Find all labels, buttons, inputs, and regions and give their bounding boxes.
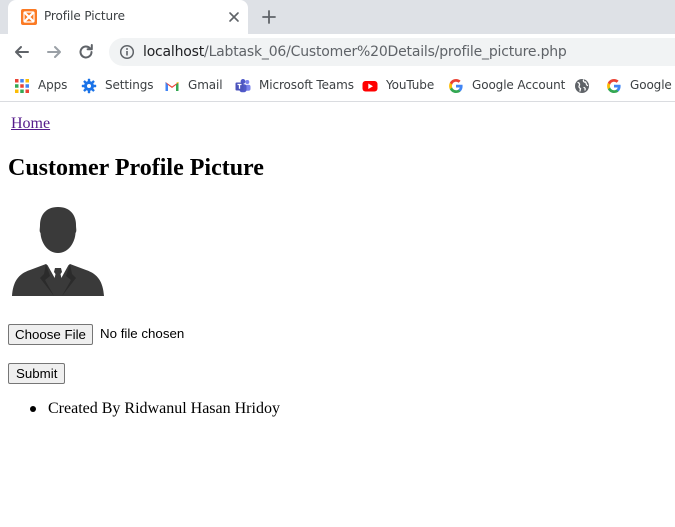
bookmark-label: Settings — [105, 78, 154, 92]
list-item: Created By Ridwanul Hasan Hridoy — [48, 400, 280, 417]
youtube-icon — [362, 78, 378, 94]
bookmark-label: Microsoft Teams — [259, 78, 354, 92]
file-status-text: No file chosen — [100, 326, 185, 341]
page-content: Home Customer Profile Picture Choose Fil… — [0, 103, 675, 527]
reload-icon[interactable] — [76, 42, 96, 62]
page-title: Customer Profile Picture — [8, 155, 264, 181]
new-tab-plus-icon[interactable] — [261, 9, 277, 25]
bullet-icon — [30, 406, 36, 412]
xampp-icon — [21, 9, 37, 25]
browser-toolbar: localhost/Labtask_06/Customer%20Details/… — [0, 34, 675, 70]
teams-icon — [235, 78, 251, 94]
choose-file-button[interactable]: Choose File — [8, 324, 93, 345]
tab-strip: Profile Picture — [0, 0, 675, 34]
bookmark-label: YouTube — [386, 78, 435, 92]
url-host: localhost — [143, 44, 205, 60]
address-bar[interactable]: localhost/Labtask_06/Customer%20Details/… — [109, 38, 675, 66]
globe-icon — [574, 78, 590, 94]
bookmark-label: Apps — [38, 78, 68, 92]
submit-button[interactable]: Submit — [8, 363, 66, 384]
browser-tab[interactable]: Profile Picture — [8, 0, 248, 34]
url-text: localhost/Labtask_06/Customer%20Details/… — [143, 44, 567, 60]
url-path: /Labtask_06/Customer%20Details/profile_p… — [204, 44, 567, 60]
info-icon[interactable] — [119, 44, 135, 60]
close-icon[interactable] — [226, 9, 242, 25]
gear-icon — [81, 78, 97, 94]
businessman-silhouette-icon — [10, 204, 106, 300]
back-arrow-icon[interactable] — [12, 42, 32, 62]
bookmark-label: Google — [630, 78, 672, 92]
google-icon — [606, 78, 622, 94]
tab-title: Profile Picture — [44, 9, 125, 23]
bookmark-label: Gmail — [188, 78, 223, 92]
bookmark-label: Google Account — [472, 78, 566, 92]
apps-grid-icon — [14, 78, 30, 94]
forward-arrow-icon[interactable] — [44, 42, 64, 62]
bookmarks-bar: Apps Settings Gmail Microsoft Teams YouT… — [0, 70, 675, 102]
home-link[interactable]: Home — [11, 115, 50, 133]
gmail-icon — [164, 78, 180, 94]
google-icon — [448, 78, 464, 94]
